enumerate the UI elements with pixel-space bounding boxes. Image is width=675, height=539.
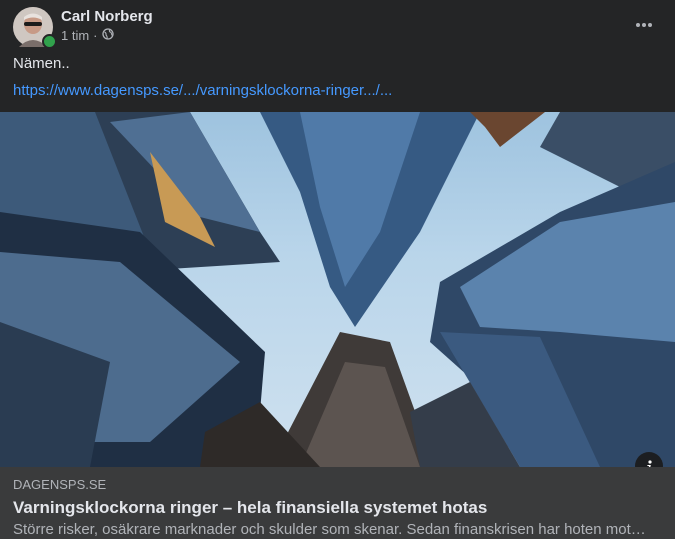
link-title[interactable]: Varningsklockorna ringer – hela finansie… — [13, 498, 487, 518]
post-link[interactable]: https://www.dagensps.se/.../varningskloc… — [13, 82, 392, 99]
post-time[interactable]: 1 tim — [61, 28, 89, 43]
post-message: Nämen.. — [13, 55, 70, 72]
online-status-indicator — [42, 34, 57, 49]
more-options-button[interactable] — [626, 13, 662, 37]
link-preview-image[interactable] — [0, 112, 675, 467]
globe-icon[interactable] — [101, 28, 114, 43]
post-header: Carl Norberg 1 tim · — [13, 7, 662, 49]
skyscrapers-image — [0, 112, 675, 467]
link-preview-card[interactable]: DAGENSPS.SE Varningsklockorna ringer – h… — [0, 467, 675, 539]
more-icon — [636, 23, 652, 27]
meta-separator: · — [93, 28, 98, 43]
author-name[interactable]: Carl Norberg — [61, 8, 153, 25]
post-meta: 1 tim · — [61, 28, 114, 43]
link-domain: DAGENSPS.SE — [13, 477, 107, 492]
link-description: Större risker, osäkrare marknader och sk… — [13, 521, 646, 538]
avatar[interactable] — [13, 7, 57, 49]
